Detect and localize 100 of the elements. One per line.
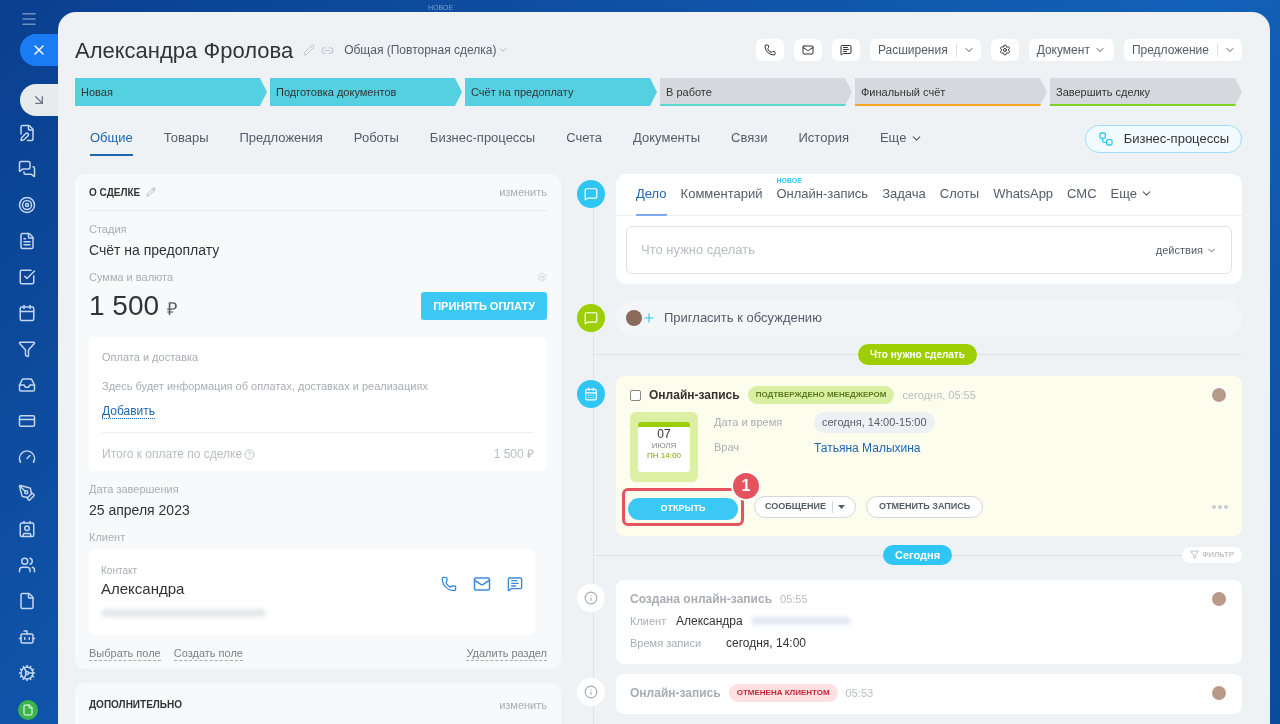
field-label: Врач: [714, 440, 741, 456]
minimize-button[interactable]: [20, 84, 58, 116]
dropdown-button[interactable]: Документ: [1028, 39, 1114, 61]
invite-text[interactable]: Пригласить к обсуждению: [664, 308, 822, 328]
field-label: Время записи: [630, 635, 703, 651]
field-value: Александра: [676, 612, 743, 630]
stage-step[interactable]: Новая: [75, 78, 267, 106]
delete-section-link[interactable]: Удалить раздел: [466, 646, 547, 661]
history-time: 05:53: [845, 685, 874, 701]
tab[interactable]: Бизнес-процессы: [429, 122, 536, 156]
sidebar-nav-icon[interactable]: [18, 592, 36, 610]
stage-step[interactable]: Завершить сделку: [1050, 78, 1242, 106]
task-input-text[interactable]: Что нужно сделать: [641, 240, 1156, 260]
composer-tab[interactable]: Задача: [882, 173, 926, 216]
tab[interactable]: Товары: [163, 122, 209, 156]
phone-button[interactable]: [755, 39, 784, 61]
info-text: Здесь будет информация об оплатах, доставках и реализациях: [102, 378, 429, 394]
sidebar-nav-icon[interactable]: [18, 484, 36, 502]
calendar-day: 07: [657, 428, 671, 441]
tab[interactable]: Роботы: [353, 122, 399, 156]
chat-icon[interactable]: [839, 44, 852, 56]
phone-icon[interactable]: [763, 44, 776, 56]
sidebar-nav-icon[interactable]: [18, 232, 36, 250]
comment-node-icon: [577, 180, 605, 208]
sidebar-nav-icon[interactable]: [18, 520, 36, 538]
tab[interactable]: Предложения: [239, 122, 323, 156]
sidebar-nav-icon[interactable]: [18, 124, 36, 142]
field-label: Дата и время: [714, 415, 784, 430]
field-label: Дата завершения: [89, 482, 180, 497]
sidebar-nav-icon[interactable]: [18, 268, 36, 286]
sidebar-nav-icon[interactable]: [18, 448, 36, 466]
tab[interactable]: Связи: [731, 122, 768, 156]
category-dropdown[interactable]: Общая (Повторная сделка): [344, 41, 509, 59]
history-title: Создана онлайн-запись: [630, 590, 772, 608]
message-split-button[interactable]: СООБЩЕНИЕ: [754, 495, 856, 518]
tab[interactable]: Документы: [633, 122, 701, 156]
sidebar-nav-icon[interactable]: [18, 340, 36, 358]
settings-icon[interactable]: [998, 44, 1011, 56]
field-link[interactable]: Создать поле: [173, 646, 243, 661]
stage-step[interactable]: В работе: [660, 78, 852, 106]
business-process-button[interactable]: Бизнес-процессы: [1084, 125, 1242, 153]
mail-button[interactable]: [793, 39, 822, 61]
total-label: Итого к оплате по сделке: [102, 446, 243, 463]
stage-step[interactable]: Подготовка документов: [270, 78, 462, 106]
field-link[interactable]: Выбрать поле: [89, 646, 161, 661]
currency-sign: ₽: [167, 297, 178, 321]
step-badge: 1: [731, 471, 761, 501]
composer-tab[interactable]: Еще: [1110, 173, 1154, 216]
avatar-icon: [1210, 683, 1228, 702]
history-time: 05:55: [780, 591, 808, 607]
tab[interactable]: Общие: [90, 122, 133, 156]
status-badge: ПОДТВЕРЖДЕНО МЕНЕДЖЕРОМ: [747, 386, 895, 404]
tab[interactable]: Еще: [879, 122, 924, 156]
stage-step[interactable]: Финальный счёт: [855, 78, 1047, 106]
amount-value: 1 500: [89, 289, 160, 323]
mail-icon[interactable]: [473, 575, 491, 593]
cancel-booking-button[interactable]: ОТМЕНИТЬ ЗАПИСЬ: [865, 495, 984, 518]
split-dropdown-button[interactable]: Предложение: [1123, 39, 1242, 61]
composer-tab[interactable]: WhatsApp: [993, 173, 1054, 216]
tab[interactable]: Счета: [566, 122, 603, 156]
field-label: Клиент: [89, 529, 127, 545]
avatar-add-icon[interactable]: [626, 310, 656, 326]
sidebar-nav-icon[interactable]: [18, 556, 36, 574]
composer-tab[interactable]: СМС: [1067, 173, 1097, 216]
sidebar-nav-icon[interactable]: [18, 376, 36, 394]
panel-title: Оплата и доставка: [102, 350, 200, 365]
sidebar-nav-icon[interactable]: [18, 196, 36, 214]
calendar-node-icon: [577, 380, 605, 408]
section-title: О СДЕЛКЕ: [89, 185, 141, 200]
contact-name: Александра: [101, 579, 186, 599]
field-value: сегодня, 14:00: [726, 634, 807, 652]
todo-divider-label: Что нужно сделать: [858, 343, 977, 365]
tab[interactable]: История: [798, 122, 849, 156]
section-title: ДОПОЛНИТЕЛЬНО: [89, 698, 183, 713]
checkbox[interactable]: [630, 389, 641, 401]
caret-icon[interactable]: [837, 504, 845, 509]
composer-tab[interactable]: Комментарий: [680, 173, 763, 216]
menu-icon[interactable]: [20, 10, 38, 28]
sidebar-nav-icon[interactable]: [18, 664, 36, 682]
field-label: Сумма и валюта: [89, 269, 174, 285]
sidebar-nav-icon[interactable]: [18, 412, 36, 430]
stage-step[interactable]: Счёт на предоплату: [465, 78, 657, 106]
composer-tab[interactable]: Дело: [636, 173, 667, 216]
sidebar-nav-icon[interactable]: [18, 160, 36, 178]
mail-icon[interactable]: [801, 44, 814, 56]
chat-button[interactable]: [831, 39, 860, 61]
total-value: 1 500 ₽: [493, 446, 534, 463]
composer-tab[interactable]: Слоты: [939, 173, 980, 216]
settings-button[interactable]: [990, 39, 1019, 61]
add-link[interactable]: Добавить: [102, 404, 156, 419]
invite-bar[interactable]: Пригласить к обсуждению: [616, 300, 1242, 336]
task-input[interactable]: Что нужно сделать действия: [626, 226, 1232, 274]
actions-dropdown[interactable]: действия: [1155, 241, 1217, 259]
datetime-chip: сегодня, 14:00-15:00: [814, 412, 935, 433]
sidebar-nav-icon[interactable]: [18, 304, 36, 322]
sidebar-nav-icon[interactable]: [18, 628, 36, 646]
split-dropdown-button[interactable]: Расширения: [869, 39, 981, 61]
contact-label: Контакт: [101, 564, 138, 578]
doctor-link[interactable]: Татьяна Малыхина: [814, 438, 921, 457]
close-button[interactable]: [20, 34, 58, 66]
